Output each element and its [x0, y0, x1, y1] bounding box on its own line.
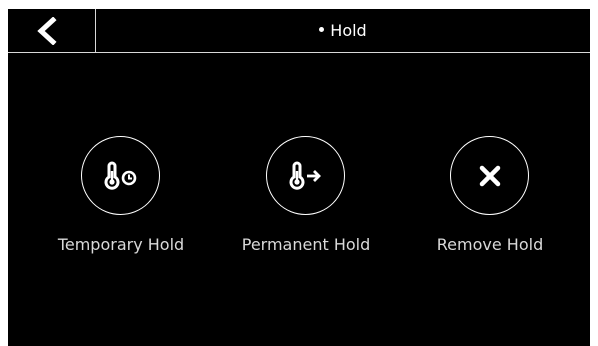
chevron-left-icon: [37, 17, 57, 45]
page-title-text: Hold: [330, 21, 367, 40]
permanent-hold-action[interactable]: Permanent Hold: [226, 136, 386, 266]
page-title: Hold: [96, 9, 590, 52]
back-button[interactable]: [8, 9, 96, 52]
thermometer-arrow-icon: [289, 161, 321, 190]
thermometer-clock-icon: [104, 161, 136, 190]
hold-screen: Hold Temporary Hold Permanent Hold Remov…: [8, 9, 590, 346]
permanent-hold-button[interactable]: [266, 136, 345, 215]
title-dot: [319, 27, 325, 32]
temporary-hold-action[interactable]: Temporary Hold: [41, 136, 201, 266]
remove-hold-button[interactable]: [450, 136, 529, 215]
temporary-hold-label: Temporary Hold: [57, 235, 185, 254]
remove-hold-label: Remove Hold: [436, 235, 544, 254]
close-icon: [479, 165, 500, 186]
header-bar: Hold: [8, 9, 590, 53]
temporary-hold-button[interactable]: [81, 136, 160, 215]
permanent-hold-label: Permanent Hold: [241, 235, 371, 254]
remove-hold-action[interactable]: Remove Hold: [410, 136, 570, 266]
